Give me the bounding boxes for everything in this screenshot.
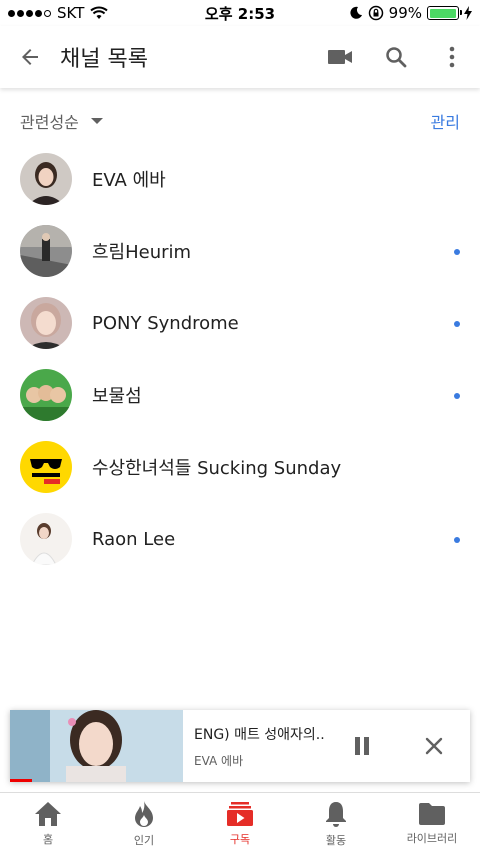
channel-name: 흐림Heurim <box>92 242 192 263</box>
battery-percent: 99% <box>388 4 422 22</box>
status-bar: SKT 오후 2:53 99% <box>0 0 480 26</box>
playback-progress-bar <box>10 779 33 782</box>
channel-avatar <box>20 153 72 205</box>
more-options-button[interactable] <box>424 26 480 88</box>
video-channel: EVA 에바 <box>194 753 244 768</box>
channel-name: Raon Lee <box>92 528 176 550</box>
arrow-back-icon <box>22 49 38 65</box>
channel-name: 수상한녀석들 Sucking Sunday <box>92 458 342 479</box>
nav-label: 구독 <box>229 832 251 846</box>
bell-icon <box>326 801 346 827</box>
close-player-button[interactable] <box>398 710 470 782</box>
manage-link[interactable]: 관리 <box>431 109 460 133</box>
app-bar: 채널 목록 <box>0 26 480 88</box>
signal-strength-icon <box>8 9 51 17</box>
battery-icon <box>427 6 462 20</box>
pause-icon <box>355 737 369 755</box>
video-thumbnail[interactable] <box>10 710 183 782</box>
pause-button[interactable] <box>326 710 398 782</box>
mini-player[interactable]: ENG) 매트 성애자의... EVA 에바 <box>10 710 470 782</box>
moon-icon <box>350 6 362 19</box>
clock: 오후 2:53 <box>204 4 276 23</box>
nav-home[interactable]: 홈 <box>0 793 96 854</box>
carrier-name: SKT <box>57 4 85 22</box>
channel-avatar <box>20 297 72 349</box>
wifi-icon <box>90 6 109 19</box>
channel-item-treasure-island[interactable]: 보물섬 <box>0 359 480 431</box>
channel-name: EVA 에바 <box>92 170 166 191</box>
channel-item-sucking-sunday[interactable]: 수상한녀석들 Sucking Sunday <box>0 431 480 503</box>
channel-avatar <box>20 369 72 421</box>
folder-icon <box>419 802 445 825</box>
nav-trending[interactable]: 인기 <box>96 793 192 854</box>
channel-item-raon-lee[interactable]: Raon Lee <box>0 503 480 575</box>
back-button[interactable] <box>0 26 60 88</box>
search-button[interactable] <box>368 26 424 88</box>
rotation-lock-icon <box>368 5 383 21</box>
channel-item-pony[interactable]: PONY Syndrome <box>0 287 480 359</box>
close-icon <box>425 737 443 755</box>
channel-list: EVA 에바 흐림Heurim PONY Syndrome 보물섬 수상한녀석들… <box>0 143 480 575</box>
home-icon <box>35 801 61 826</box>
upload-video-button[interactable] <box>312 26 368 88</box>
nav-library[interactable]: 라이브러리 <box>384 793 480 854</box>
video-camera-icon <box>328 50 352 64</box>
channel-item-eva[interactable]: EVA 에바 <box>0 143 480 215</box>
new-content-dot <box>454 249 460 255</box>
nav-label: 라이브러리 <box>406 831 458 845</box>
sort-row: 관련성순 관리 <box>0 104 480 138</box>
channel-avatar <box>20 441 72 493</box>
new-content-dot <box>454 537 460 543</box>
channel-avatar <box>20 513 72 565</box>
flame-icon <box>135 800 153 827</box>
sort-dropdown[interactable]: 관련성순 <box>20 109 79 133</box>
channel-name: 보물섬 <box>92 386 142 407</box>
caret-down-icon[interactable] <box>90 118 103 124</box>
page-title: 채널 목록 <box>60 47 148 72</box>
new-content-dot <box>454 393 460 399</box>
nav-label: 활동 <box>325 833 347 847</box>
search-icon <box>386 47 407 68</box>
subscriptions-icon <box>227 801 253 826</box>
channel-item-heurim[interactable]: 흐림Heurim <box>0 215 480 287</box>
nav-activity[interactable]: 활동 <box>288 793 384 854</box>
nav-label: 인기 <box>133 833 155 847</box>
bottom-nav: 홈 인기 구독 활동 라이브러리 <box>0 792 480 854</box>
channel-avatar <box>20 225 72 277</box>
charging-icon <box>464 6 472 20</box>
more-vert-icon <box>449 46 455 68</box>
nav-label: 홈 <box>42 832 54 846</box>
video-title: ENG) 매트 성애자의... <box>194 726 326 743</box>
new-content-dot <box>454 321 460 327</box>
nav-subscriptions[interactable]: 구독 <box>192 793 288 854</box>
channel-name: PONY Syndrome <box>92 312 239 334</box>
